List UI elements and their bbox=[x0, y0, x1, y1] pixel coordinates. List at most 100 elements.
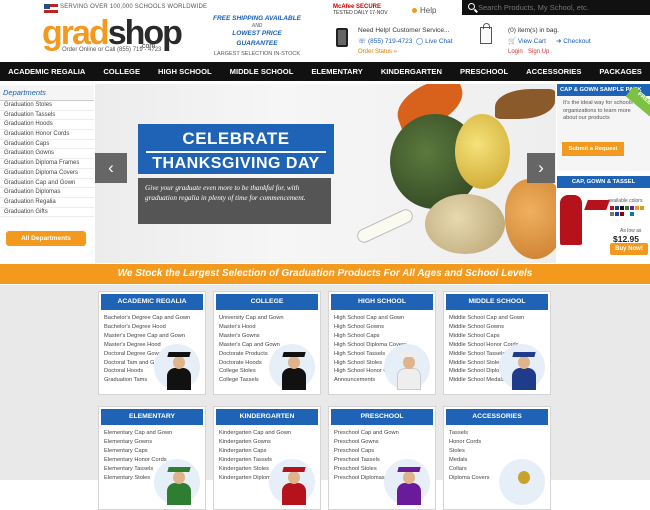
all-departments-button[interactable]: All Departments bbox=[6, 231, 86, 246]
category-link[interactable]: Kindergarten Caps bbox=[219, 447, 315, 456]
cap-gown-title: CAP, GOWN & TASSEL bbox=[557, 176, 650, 188]
color-swatch[interactable] bbox=[640, 206, 644, 210]
category-link[interactable]: High School Cap and Gown bbox=[334, 314, 430, 323]
dept-item[interactable]: Graduation Diploma Covers bbox=[0, 169, 94, 179]
checkout-link[interactable]: ➔ Checkout bbox=[556, 37, 591, 45]
promo-box: FREE SHIPPING AVAILABLE AND LOWEST PRICE… bbox=[212, 14, 302, 59]
slider-next-button[interactable]: › bbox=[527, 153, 555, 183]
dept-item[interactable]: Graduation Hoods bbox=[0, 120, 94, 131]
nav-academic-regalia[interactable]: ACADEMIC REGALIA bbox=[0, 67, 94, 76]
category-link[interactable]: Elementary Gowns bbox=[104, 438, 200, 447]
category-title[interactable]: ACADEMIC REGALIA bbox=[101, 294, 203, 310]
phone-link[interactable]: ☏ (855) 719-4723 bbox=[358, 37, 412, 45]
graduate-photo bbox=[165, 465, 193, 505]
view-cart-link[interactable]: 🛒 View Cart bbox=[508, 37, 546, 45]
category-card-elementary: ELEMENTARY Elementary Cap and Gown Eleme… bbox=[98, 406, 206, 510]
nav-preschool[interactable]: PRESCHOOL bbox=[451, 67, 517, 76]
slider-prev-button[interactable]: ‹ bbox=[95, 153, 127, 183]
color-swatch[interactable] bbox=[630, 206, 634, 210]
hero-slider[interactable]: CELEBRATE THANKSGIVING DAY Give your gra… bbox=[95, 84, 556, 263]
medal-photo bbox=[510, 465, 538, 505]
nav-elementary[interactable]: ELEMENTARY bbox=[302, 67, 371, 76]
live-chat-link[interactable]: ◯ Live Chat bbox=[416, 37, 453, 45]
dept-item[interactable]: Graduation Diplomas bbox=[0, 188, 94, 198]
category-title[interactable]: COLLEGE bbox=[216, 294, 318, 310]
graduate-photo bbox=[280, 465, 308, 505]
gradshop-logo[interactable]: gradshop bbox=[42, 16, 183, 50]
category-link[interactable]: Preschool Gowns bbox=[334, 438, 430, 447]
color-swatch[interactable] bbox=[615, 206, 619, 210]
dept-item[interactable]: Graduation Caps bbox=[0, 140, 94, 150]
search-bar[interactable] bbox=[462, 0, 650, 15]
nav-high-school[interactable]: HIGH SCHOOL bbox=[149, 67, 221, 76]
dept-item[interactable]: Graduation Cap and Gown bbox=[0, 179, 94, 189]
gown-image bbox=[560, 195, 582, 245]
category-link[interactable]: Master's Hood bbox=[219, 323, 315, 332]
category-link[interactable]: Stoles bbox=[449, 447, 545, 456]
dept-item[interactable]: Graduation Gifts bbox=[0, 208, 94, 218]
nav-accessories[interactable]: ACCESSORIES bbox=[517, 67, 590, 76]
color-swatch[interactable] bbox=[620, 206, 624, 210]
nav-college[interactable]: COLLEGE bbox=[94, 67, 149, 76]
category-link[interactable]: Preschool Cap and Gown bbox=[334, 429, 430, 438]
category-link[interactable]: University Cap and Gown bbox=[219, 314, 315, 323]
category-link[interactable]: Honor Cords bbox=[449, 438, 545, 447]
category-link[interactable]: High School Gowns bbox=[334, 323, 430, 332]
category-card-accessories: ACCESSORIES Tassels Honor Cords Stoles M… bbox=[443, 406, 551, 510]
category-link[interactable]: Preschool Caps bbox=[334, 447, 430, 456]
category-link[interactable]: Master's Gowns bbox=[219, 332, 315, 341]
category-title[interactable]: MIDDLE SCHOOL bbox=[446, 294, 548, 310]
category-title[interactable]: ELEMENTARY bbox=[101, 409, 203, 425]
category-link[interactable]: Elementary Caps bbox=[104, 447, 200, 456]
mcafee-badge[interactable]: McAfee SECURE TESTED DAILY 17-NOV bbox=[333, 4, 388, 22]
dept-item[interactable]: Graduation Diploma Frames bbox=[0, 159, 94, 169]
category-link[interactable]: Master's Degree Cap and Gown bbox=[104, 332, 200, 341]
dept-item[interactable]: Graduation Tassels bbox=[0, 111, 94, 121]
category-link[interactable]: Middle School Cap and Gown bbox=[449, 314, 545, 323]
category-title[interactable]: KINDERGARTEN bbox=[216, 409, 318, 425]
color-swatch[interactable] bbox=[625, 206, 629, 210]
graduate-photo bbox=[395, 350, 423, 390]
dept-item[interactable]: Graduation Gowns bbox=[0, 149, 94, 160]
signup-link[interactable]: Sign Up bbox=[528, 49, 549, 55]
cart-count: (0) item(s) in bag. bbox=[508, 27, 559, 34]
dept-item[interactable]: Graduation Stoles bbox=[0, 101, 94, 111]
search-icon[interactable] bbox=[468, 3, 475, 10]
login-link[interactable]: Login bbox=[508, 49, 523, 55]
nav-packages[interactable]: PACKAGES bbox=[590, 67, 650, 76]
color-swatch[interactable] bbox=[615, 211, 619, 216]
color-swatch[interactable] bbox=[635, 206, 639, 210]
category-title[interactable]: HIGH SCHOOL bbox=[331, 294, 433, 310]
category-link[interactable]: Bachelor's Degree Cap and Gown bbox=[104, 314, 200, 323]
category-link[interactable]: High School Caps bbox=[334, 332, 430, 341]
color-swatch[interactable] bbox=[610, 206, 614, 210]
category-title[interactable]: ACCESSORIES bbox=[446, 409, 548, 425]
hero-headline: CELEBRATE THANKSGIVING DAY bbox=[138, 124, 334, 174]
category-link[interactable]: Elementary Cap and Gown bbox=[104, 429, 200, 438]
category-link[interactable]: Kindergarten Gowns bbox=[219, 438, 315, 447]
dept-item[interactable]: Graduation Regalia bbox=[0, 198, 94, 208]
order-status-link[interactable]: Order Status » bbox=[358, 49, 397, 55]
help-link[interactable]: Help bbox=[412, 6, 436, 15]
category-link[interactable]: Kindergarten Cap and Gown bbox=[219, 429, 315, 438]
shopping-bag-icon[interactable] bbox=[480, 23, 492, 44]
search-input[interactable] bbox=[478, 1, 648, 14]
category-link[interactable]: Tassels bbox=[449, 429, 545, 438]
need-help-text: Need Help! Customer Service... bbox=[358, 27, 450, 34]
buy-now-button[interactable]: Buy Now! bbox=[610, 243, 648, 255]
gourd-image bbox=[455, 114, 510, 189]
color-swatch[interactable] bbox=[630, 211, 634, 216]
category-link[interactable]: Bachelor's Degree Hood bbox=[104, 323, 200, 332]
diploma-scroll-image bbox=[354, 206, 416, 246]
color-swatch[interactable] bbox=[625, 211, 629, 216]
nav-middle-school[interactable]: MIDDLE SCHOOL bbox=[221, 67, 303, 76]
category-link[interactable]: Middle School Gowns bbox=[449, 323, 545, 332]
departments-sidebar: Departments Graduation Stoles Graduation… bbox=[0, 85, 94, 253]
nav-kindergarten[interactable]: KINDERGARTEN bbox=[372, 67, 451, 76]
category-link[interactable]: Middle School Caps bbox=[449, 332, 545, 341]
submit-request-button[interactable]: Submit a Request bbox=[562, 142, 624, 156]
category-title[interactable]: PRESCHOOL bbox=[331, 409, 433, 425]
color-swatch[interactable] bbox=[610, 211, 614, 216]
dept-item[interactable]: Graduation Honor Cords bbox=[0, 130, 94, 140]
color-swatch[interactable] bbox=[620, 211, 624, 216]
